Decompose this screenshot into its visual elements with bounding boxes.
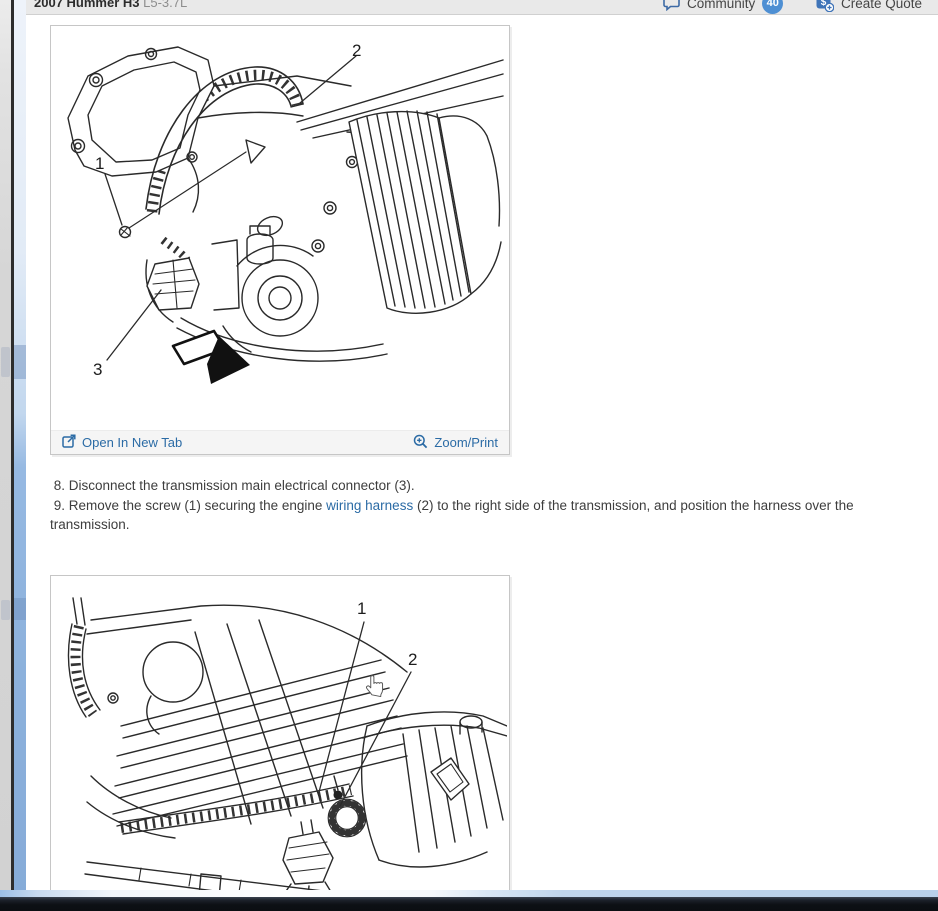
wiring-harness-link[interactable]: wiring harness xyxy=(326,498,413,513)
left-gutter xyxy=(0,0,11,911)
page: 2007 Hummer H3 L5-3.7L Community 40 xyxy=(26,0,938,911)
open-in-new-tab-link[interactable]: Open In New Tab xyxy=(62,434,182,451)
vehicle-title: 2007 Hummer H3 L5-3.7L xyxy=(34,0,187,15)
community-button[interactable]: Community 40 xyxy=(663,0,783,15)
instruction-steps: 8. Disconnect the transmission main elec… xyxy=(50,476,901,535)
zoom-print-link[interactable]: Zoom/Print xyxy=(413,434,498,452)
transmission-diagram-2-image[interactable] xyxy=(51,576,507,911)
community-count-badge: 40 xyxy=(762,0,783,14)
vehicle-name: 2007 Hummer H3 xyxy=(34,0,140,10)
figure-box-1: 1 2 3 Open In New Tab xyxy=(50,25,510,455)
figure2-callout-2: 2 xyxy=(408,650,417,670)
speech-bubble-icon xyxy=(663,0,680,11)
open-in-new-tab-icon xyxy=(62,434,76,451)
gutter-smudge xyxy=(1,347,10,377)
screen: 2007 Hummer H3 L5-3.7L Community 40 xyxy=(0,0,938,911)
step-8: 8. Disconnect the transmission main elec… xyxy=(50,476,901,496)
open-in-new-tab-label: Open In New Tab xyxy=(82,435,182,450)
gutter-smudge xyxy=(1,600,10,620)
zoom-plus-icon xyxy=(413,434,428,452)
figure2-callout-1: 1 xyxy=(357,599,366,619)
figure1-callout-1: 1 xyxy=(95,154,104,174)
left-window-frame xyxy=(14,0,26,899)
transmission-diagram-1-image[interactable] xyxy=(51,26,507,435)
frame-smudge xyxy=(14,598,26,620)
step-9: 9. Remove the screw (1) securing the eng… xyxy=(50,496,901,535)
zoom-print-label: Zoom/Print xyxy=(434,435,498,450)
quote-dollar-icon: $ xyxy=(816,0,834,12)
figure1-toolbar: Open In New Tab Zoom/Print xyxy=(51,430,509,454)
figure1-callout-2: 2 xyxy=(352,41,361,61)
figure-box-2: 1 2 xyxy=(50,575,510,911)
bottom-dark-bar xyxy=(0,897,938,911)
vehicle-engine: L5-3.7L xyxy=(143,0,187,10)
step-9-text: 9. Remove the screw (1) securing the eng… xyxy=(50,498,326,513)
community-label: Community xyxy=(687,0,755,11)
frame-smudge xyxy=(14,345,26,379)
figure1-callout-3: 3 xyxy=(93,360,102,380)
create-quote-button[interactable]: $ Create Quote xyxy=(816,0,922,15)
page-header: 2007 Hummer H3 L5-3.7L Community 40 xyxy=(26,0,938,15)
create-quote-label: Create Quote xyxy=(841,0,922,11)
